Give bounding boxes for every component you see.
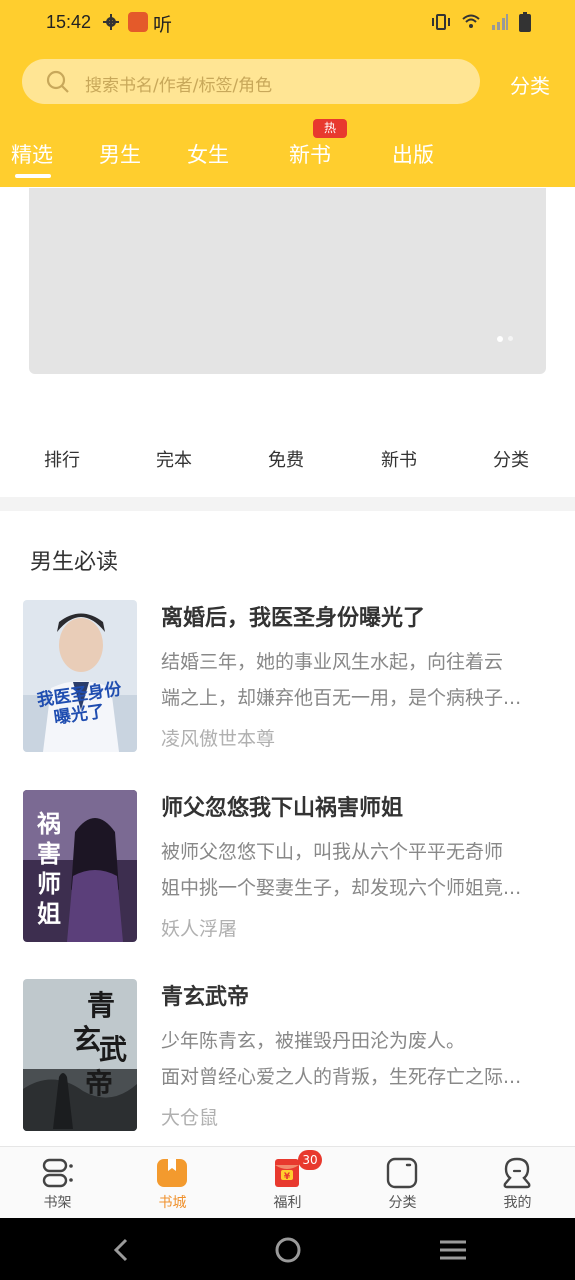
category-icon bbox=[386, 1157, 418, 1189]
book-item[interactable]: 青 玄 武 帝 青玄武帝 少年陈青玄，被摧毁丹田沦为废人。 面对曾经心爱之人的背… bbox=[23, 979, 553, 1131]
carousel-dot-active bbox=[497, 336, 503, 342]
hot-badge: 热 bbox=[313, 119, 347, 138]
book-item[interactable]: 祸 害 师 姐 师父忽悠我下山祸害师姐 被师父忽悠下山，叫我从六个平平无奇师 姐… bbox=[23, 790, 553, 942]
book-cover: 祸 害 师 姐 bbox=[23, 790, 137, 942]
book-desc-line: 姐中挑一个娶妻生子，却发现六个师姐竟... bbox=[161, 877, 522, 899]
book-description: 少年陈青玄，被摧毁丹田沦为废人。 面对曾经心爱之人的背叛，生死存亡之际... bbox=[161, 1023, 553, 1095]
book-cover: 我医圣身份 曝光了 bbox=[23, 600, 137, 752]
book-title: 离婚后，我医圣身份曝光了 bbox=[161, 606, 426, 631]
book-author: 妖人浮屠 bbox=[161, 918, 238, 940]
tab-featured[interactable]: 精选 bbox=[11, 139, 53, 169]
book-cover: 青 玄 武 帝 bbox=[23, 979, 137, 1131]
book-desc-line: 面对曾经心爱之人的背叛，生死存亡之际... bbox=[161, 1066, 522, 1088]
book-description: 结婚三年，她的事业风生水起，向往着云 端之上，却嫌弃他百无一用，是个病秧子... bbox=[161, 644, 553, 716]
svg-text:师: 师 bbox=[37, 870, 61, 898]
svg-text:武: 武 bbox=[99, 1033, 127, 1066]
app-notification-icon bbox=[128, 12, 148, 32]
header: 15:42 听 搜索书名/作者/标签/角色 分类 精选 男生 女生 新书 出版 … bbox=[0, 0, 575, 187]
back-icon[interactable] bbox=[111, 1238, 131, 1262]
quick-nav: 排行 完本 免费 新书 分类 bbox=[0, 446, 575, 480]
book-title: 青玄武帝 bbox=[161, 985, 250, 1010]
svg-text:害: 害 bbox=[37, 840, 61, 868]
nav-label: 我的 bbox=[503, 1195, 532, 1211]
book-author: 大仓鼠 bbox=[161, 1107, 219, 1129]
home-icon[interactable] bbox=[274, 1236, 302, 1264]
book-desc-line: 少年陈青玄，被摧毁丹田沦为废人。 bbox=[161, 1030, 466, 1052]
system-nav-bar bbox=[0, 1218, 575, 1280]
book-desc-line: 结婚三年，她的事业风生水起，向往着云 bbox=[161, 651, 504, 673]
search-icon bbox=[46, 70, 69, 93]
banner-carousel[interactable] bbox=[29, 188, 546, 374]
bookstore-icon bbox=[157, 1159, 187, 1187]
book-title: 师父忽悠我下山祸害师姐 bbox=[161, 796, 404, 821]
quick-nav-free[interactable]: 免费 bbox=[268, 446, 304, 472]
book-item[interactable]: 我医圣身份 曝光了 离婚后，我医圣身份曝光了 结婚三年，她的事业风生水起，向往着… bbox=[23, 600, 553, 752]
status-time: 15:42 bbox=[46, 12, 92, 32]
nav-bookshelf[interactable]: 书架 bbox=[0, 1147, 115, 1219]
bookshelf-icon bbox=[42, 1158, 73, 1188]
gear-icon bbox=[103, 14, 119, 30]
menu-icon[interactable] bbox=[439, 1239, 467, 1261]
carousel-dot bbox=[508, 336, 513, 341]
book-author: 凌风傲世本尊 bbox=[161, 728, 276, 750]
tab-female[interactable]: 女生 bbox=[187, 139, 229, 169]
welfare-badge: 30 bbox=[298, 1150, 322, 1170]
svg-text:祸: 祸 bbox=[37, 810, 61, 838]
svg-text:姐: 姐 bbox=[37, 900, 61, 928]
nav-profile[interactable]: 我的 bbox=[460, 1147, 575, 1219]
nav-welfare[interactable]: ¥ 30 福利 bbox=[230, 1147, 345, 1219]
tab-new-books[interactable]: 新书 bbox=[289, 139, 331, 169]
nav-label: 书城 bbox=[158, 1195, 187, 1211]
search-placeholder: 搜索书名/作者/标签/角色 bbox=[85, 76, 273, 96]
book-desc-line: 被师父忽悠下山，叫我从六个平平无奇师 bbox=[161, 841, 504, 863]
nav-bookstore[interactable]: 书城 bbox=[115, 1147, 230, 1219]
profile-icon bbox=[503, 1157, 531, 1189]
nav-category[interactable]: 分类 bbox=[345, 1147, 460, 1219]
status-bar: 15:42 听 bbox=[0, 0, 575, 48]
search-input[interactable]: 搜索书名/作者/标签/角色 bbox=[22, 59, 480, 104]
wifi-icon bbox=[462, 14, 480, 28]
quick-nav-ranking[interactable]: 排行 bbox=[44, 446, 80, 472]
svg-text:帝: 帝 bbox=[85, 1067, 113, 1100]
nav-label: 福利 bbox=[273, 1195, 302, 1211]
section-divider bbox=[0, 497, 575, 511]
battery-icon bbox=[519, 12, 531, 32]
tab-male[interactable]: 男生 bbox=[99, 139, 141, 169]
app-root: 15:42 听 搜索书名/作者/标签/角色 分类 精选 男生 女生 新书 出版 … bbox=[0, 0, 575, 1280]
quick-nav-category[interactable]: 分类 bbox=[493, 446, 529, 472]
svg-text:玄: 玄 bbox=[73, 1023, 101, 1056]
svg-text:青: 青 bbox=[87, 989, 115, 1022]
nav-label: 分类 bbox=[388, 1195, 417, 1211]
category-link[interactable]: 分类 bbox=[510, 70, 550, 99]
book-desc-line: 端之上，却嫌弃他百无一用，是个病秧子... bbox=[161, 687, 522, 709]
signal-icon bbox=[492, 14, 508, 30]
bottom-nav: 书架 书城 ¥ 30 福利 分类 我的 bbox=[0, 1146, 575, 1218]
active-tab-indicator bbox=[15, 174, 51, 178]
vibrate-icon bbox=[432, 14, 450, 30]
tab-publishing[interactable]: 出版 bbox=[392, 139, 434, 169]
svg-text:¥: ¥ bbox=[284, 1172, 291, 1182]
nav-label: 书架 bbox=[43, 1195, 72, 1211]
book-description: 被师父忽悠下山，叫我从六个平平无奇师 姐中挑一个娶妻生子，却发现六个师姐竟... bbox=[161, 834, 553, 906]
status-icons bbox=[431, 12, 531, 32]
quick-nav-completed[interactable]: 完本 bbox=[156, 446, 192, 472]
section-title: 男生必读 bbox=[30, 550, 119, 575]
quick-nav-new[interactable]: 新书 bbox=[381, 446, 417, 472]
tab-bar: 精选 男生 女生 新书 出版 bbox=[0, 137, 575, 187]
listen-label: 听 bbox=[153, 14, 173, 36]
